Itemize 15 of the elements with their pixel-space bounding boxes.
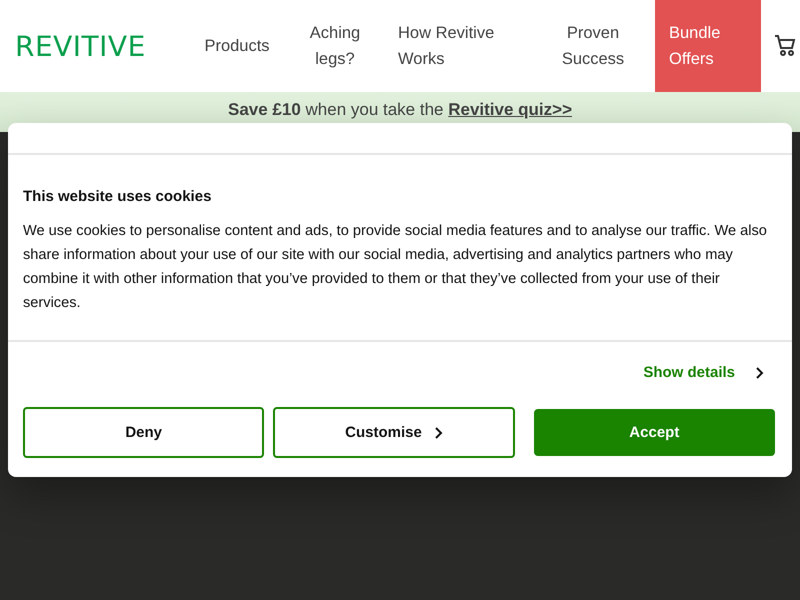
cart-icon[interactable]: [774, 34, 796, 58]
quiz-link[interactable]: Revitive quiz>>: [448, 100, 572, 119]
dialog-button[interactable]: Customise: [273, 407, 515, 458]
chevron-icon: [434, 426, 443, 440]
nav-link[interactable]: Aching legs?: [308, 0, 362, 92]
chevron-icon: [755, 366, 764, 380]
dialog-button[interactable]: Deny: [23, 407, 264, 458]
nav-link[interactable]: How Revitive Works: [398, 0, 508, 92]
dialog-title: This website uses cookies: [23, 188, 212, 205]
dialog-text: We use cookies to personalise content and ads, to provide social media features and to analyse our traffic. We also share information about your use of our site with our social media, advertising and analytics partners who may combine it with other information that you’ve provided to them or that they’ve collected from your use of their services.: [23, 222, 768, 313]
nav-link[interactable]: Bundle Offers: [655, 0, 761, 92]
nav-link[interactable]: Products: [201, 0, 273, 92]
show-details-link[interactable]: Show details: [643, 364, 764, 381]
nav-link[interactable]: Proven Success: [560, 0, 626, 92]
accept-button[interactable]: Accept: [534, 409, 775, 456]
